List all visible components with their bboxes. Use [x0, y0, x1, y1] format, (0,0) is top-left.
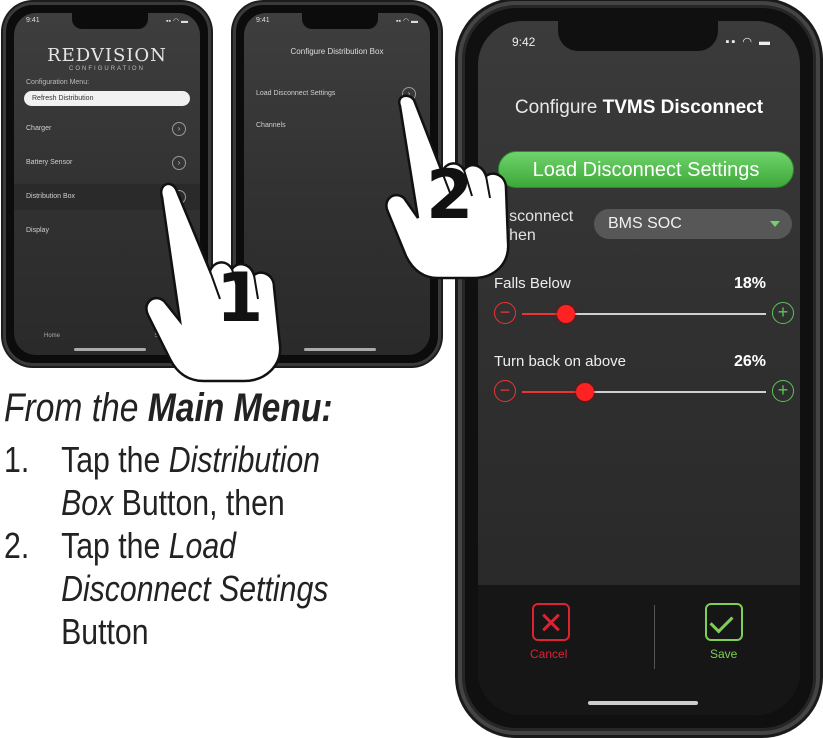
- disconnect-when-select[interactable]: BMS SOC: [594, 209, 792, 239]
- slider-track[interactable]: [522, 305, 766, 323]
- chevron-right-icon: ›: [172, 122, 186, 136]
- status-icons: ▪▪ ◠ ▬: [396, 18, 418, 25]
- status-time: 9:41: [256, 17, 270, 24]
- step-text: Tap the: [61, 439, 161, 480]
- step-text-italic: Load: [168, 525, 237, 566]
- step-line: Disconnect Settings: [61, 567, 328, 610]
- title-device: TVMS Disconnect: [602, 97, 764, 118]
- profile-select-value: Refresh Distribution: [32, 95, 94, 102]
- instructions-list: 1. Tap the Distribution Box Button, then…: [4, 438, 390, 653]
- notch: [558, 21, 718, 51]
- status-icons: ▪▪ ◠ ▬: [166, 18, 188, 25]
- brand-logo-sub: CONFIGURATION: [69, 66, 145, 72]
- instructions-heading: From the Main Menu:: [4, 386, 333, 431]
- slider-thumb[interactable]: [576, 383, 595, 401]
- slider-thumb[interactable]: [556, 305, 575, 323]
- step-text-italic: Distribution: [168, 439, 320, 480]
- phone-tvms-disconnect-screen: 9:42 ▪▪ ◠ ▬ Configure TVMS Disconnect Lo…: [478, 21, 800, 715]
- step-number: 2.: [4, 525, 30, 566]
- action-bar: Cancel Save: [478, 585, 800, 715]
- menu-item-charger[interactable]: Charger ›: [14, 116, 200, 142]
- status-icons: ▪▪ ◠ ▬: [725, 36, 772, 48]
- turn-back-on-slider[interactable]: − +: [494, 379, 794, 405]
- cancel-button[interactable]: Cancel: [530, 647, 567, 661]
- chevron-down-icon: [770, 221, 780, 227]
- phone-tvms-disconnect: 9:42 ▪▪ ◠ ▬ Configure TVMS Disconnect Lo…: [458, 1, 820, 735]
- step-text: Button: [61, 611, 149, 652]
- disconnect-when-value: BMS SOC: [608, 215, 682, 232]
- profile-select[interactable]: Refresh Distribution: [24, 91, 190, 106]
- turn-back-on-label: Turn back on above: [494, 353, 627, 370]
- screen-title: Configure Distribution Box: [290, 47, 384, 56]
- row-label: Load Disconnect Settings: [256, 90, 336, 97]
- turn-back-on-value: 26%: [733, 353, 766, 370]
- step-line: Tap the Distribution: [61, 438, 320, 481]
- home-indicator: [74, 348, 146, 351]
- step-text-italic: Disconnect Settings: [61, 568, 329, 609]
- status-time: 9:42: [512, 35, 536, 49]
- falls-below-slider[interactable]: − +: [494, 301, 794, 327]
- step-number: 1.: [4, 439, 30, 480]
- increment-icon[interactable]: +: [772, 302, 794, 324]
- slider-track[interactable]: [522, 383, 766, 401]
- step-line: Button: [61, 610, 328, 653]
- row-label: Channels: [256, 122, 286, 129]
- status-time: 9:41: [26, 17, 40, 24]
- instructions-heading-prefix: From the: [4, 386, 139, 430]
- cancel-icon[interactable]: [532, 603, 570, 641]
- step-text-italic: Box: [61, 482, 114, 523]
- home-indicator: [588, 701, 698, 705]
- load-disconnect-settings-button[interactable]: Load Disconnect Settings: [498, 151, 794, 188]
- menu-item-battery-sensor[interactable]: Battery Sensor ›: [14, 150, 200, 176]
- menu-item-label: Display: [26, 227, 49, 234]
- save-button[interactable]: Save: [710, 647, 737, 661]
- decrement-icon[interactable]: −: [494, 302, 516, 324]
- tab-home[interactable]: Home: [44, 333, 60, 339]
- increment-icon[interactable]: +: [772, 380, 794, 402]
- step-1-callout: 1: [216, 259, 264, 338]
- status-bar: 9:41 ▪▪ ◠ ▬: [26, 17, 188, 27]
- decrement-icon[interactable]: −: [494, 380, 516, 402]
- home-indicator: [304, 348, 376, 351]
- brand-logo: REDVISION: [47, 45, 167, 66]
- step-line: Tap the Load: [61, 524, 328, 567]
- list-item: 1. Tap the Distribution Box Button, then: [4, 438, 390, 524]
- divider: [654, 605, 655, 669]
- pointing-hand-icon: [145, 182, 282, 383]
- step-line: Box Button, then: [61, 481, 320, 524]
- step-2-callout: 2: [426, 156, 474, 235]
- title-prefix: Configure: [514, 97, 598, 118]
- chevron-right-icon: ›: [172, 156, 186, 170]
- falls-below-value: 18%: [733, 275, 766, 292]
- step-text: Tap the: [61, 525, 161, 566]
- instructions-heading-bold: Main Menu:: [147, 386, 333, 430]
- menu-item-label: Charger: [26, 125, 52, 132]
- status-bar: 9:41 ▪▪ ◠ ▬: [256, 17, 418, 27]
- menu-item-label: Distribution Box: [26, 193, 76, 200]
- list-item: 2. Tap the Load Disconnect Settings Butt…: [4, 524, 390, 653]
- menu-item-label: Battery Sensor: [26, 159, 73, 166]
- step-text: Button, then: [121, 482, 285, 523]
- config-menu-label: Configuration Menu:: [26, 79, 90, 86]
- screen-title: Configure TVMS Disconnect: [478, 97, 800, 119]
- save-icon[interactable]: [705, 603, 743, 641]
